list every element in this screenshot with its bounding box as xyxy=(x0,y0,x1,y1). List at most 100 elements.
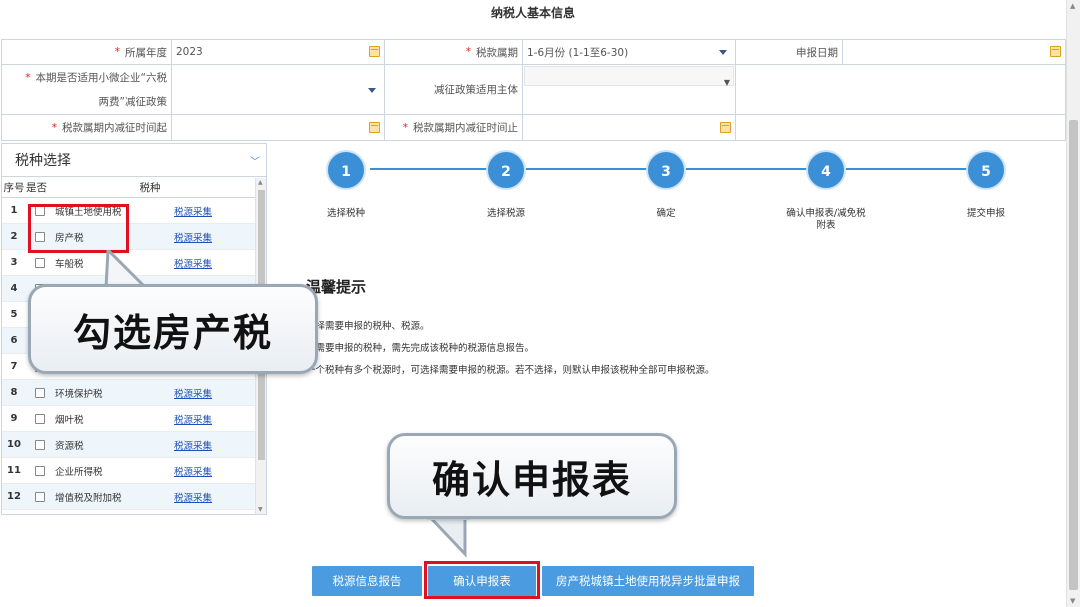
row-checkbox-cell[interactable] xyxy=(26,413,54,424)
table-row[interactable]: 9 烟叶税 税源采集 xyxy=(2,406,266,432)
table-row[interactable]: 8 环境保护税 税源采集 xyxy=(2,380,266,406)
start-date-field[interactable] xyxy=(172,115,385,140)
subject-select[interactable]: ▼ xyxy=(523,65,736,114)
policy-select[interactable] xyxy=(172,65,385,114)
taxpayer-info-form: *所属年度 2023 *税款属期 1-6月份 (1-1至6-30) 申报日期 xyxy=(1,39,1066,141)
source-collect-link[interactable]: 税源采集 xyxy=(174,230,254,244)
row-checkbox[interactable] xyxy=(35,413,45,424)
empty-cell xyxy=(736,115,1065,140)
subject-select-box[interactable] xyxy=(524,66,734,86)
source-collect-link[interactable]: 税源采集 xyxy=(174,204,254,218)
year-field[interactable]: 2023 xyxy=(172,40,385,64)
step-label: 提交申报 xyxy=(966,208,1005,219)
scroll-down-icon[interactable]: ▼ xyxy=(1070,597,1075,605)
calendar-icon[interactable] xyxy=(720,121,731,133)
header-name: 税种 xyxy=(139,181,161,194)
chevron-down-icon[interactable] xyxy=(719,50,727,55)
tax-panel-title: 税种选择 xyxy=(15,153,71,169)
row-checkbox[interactable] xyxy=(35,257,45,268)
row-seq: 5 xyxy=(10,309,18,320)
step-4: 4 确认申报表/减免税附表 xyxy=(766,150,886,232)
row-seq: 12 xyxy=(7,491,21,502)
source-collect-link[interactable]: 税源采集 xyxy=(174,386,254,400)
row-tax-name: 资源税 xyxy=(55,440,84,452)
step-circle: 2 xyxy=(486,150,526,190)
scroll-up-icon[interactable]: ▲ xyxy=(1070,2,1075,10)
header-seq: 序号 xyxy=(3,181,25,194)
source-collect-link[interactable]: 税源采集 xyxy=(174,256,254,270)
table-row[interactable]: 11 企业所得税 税源采集 xyxy=(2,458,266,484)
step-label: 选择税种 xyxy=(326,208,365,219)
callout-tail xyxy=(425,514,471,558)
scroll-down-icon[interactable]: ▼ xyxy=(258,506,263,513)
step-circle: 1 xyxy=(326,150,366,190)
row-checkbox[interactable] xyxy=(35,465,45,476)
row-seq: 10 xyxy=(7,439,21,450)
policy-label: * 本期是否适用小微企业“六税 两费”减征政策 xyxy=(2,65,172,114)
batch-declare-button[interactable]: 房产税城镇土地使用税异步批量申报 xyxy=(542,566,754,596)
row-seq: 6 xyxy=(10,335,18,346)
step-circle: 3 xyxy=(646,150,686,190)
calendar-icon[interactable] xyxy=(369,121,380,133)
row-seq: 4 xyxy=(10,283,18,294)
tip-line: 择需要申报的税种，需先完成该税种的税源信息报告。 xyxy=(306,343,535,354)
tax-table-header: 序号 是否 税种 xyxy=(2,177,266,198)
highlight-box xyxy=(424,561,540,599)
step-1: 1 选择税种 xyxy=(286,150,406,220)
row-checkbox-cell[interactable] xyxy=(26,439,54,450)
row-seq: 2 xyxy=(10,231,18,242)
declare-date-field[interactable] xyxy=(843,40,1065,64)
chevron-down-icon[interactable]: ▼ xyxy=(724,78,730,87)
period-select[interactable]: 1-6月份 (1-1至6-30) xyxy=(523,40,736,64)
table-row[interactable]: 10 资源税 税源采集 xyxy=(2,432,266,458)
step-label: 选择税源 xyxy=(486,208,525,219)
source-collect-link[interactable]: 税源采集 xyxy=(174,464,254,478)
subject-label: 减征政策适用主体 xyxy=(385,65,523,114)
row-seq: 7 xyxy=(10,361,18,372)
header-check: 是否 xyxy=(26,181,47,194)
row-checkbox-cell[interactable] xyxy=(26,257,54,268)
row-tax-name: 烟叶税 xyxy=(55,414,84,426)
row-checkbox[interactable] xyxy=(35,491,45,502)
tip-line: 一个税种有多个税源时，可选择需要申报的税源。若不选择，则默认申报该税种全部可申报… xyxy=(306,365,715,376)
row-checkbox[interactable] xyxy=(35,387,45,398)
period-label: * 税款属期 xyxy=(385,40,523,64)
scroll-up-icon[interactable]: ▲ xyxy=(258,179,263,186)
step-circle: 4 xyxy=(806,150,846,190)
row-seq: 3 xyxy=(10,257,18,268)
row-checkbox-cell[interactable] xyxy=(26,465,54,476)
chevron-down-icon[interactable] xyxy=(368,87,376,93)
row-checkbox[interactable] xyxy=(35,439,45,450)
page: 纳税人基本信息 ▲ ▼ * 所属年度 2023 * 税款属期 1-6月份 (1-1至… xyxy=(0,0,1080,607)
table-row[interactable]: 12 增值税及附加税 税源采集 xyxy=(2,484,266,510)
step-label: 确认申报表/减免税附表 xyxy=(786,208,866,231)
step-3: 3 确定 xyxy=(606,150,726,220)
end-date-field[interactable] xyxy=(523,115,736,140)
source-collect-link[interactable]: 税源采集 xyxy=(174,412,254,426)
highlight-box xyxy=(28,204,129,253)
start-label: * 税款属期内减征时间起 xyxy=(2,115,172,140)
progress-steps: 1 选择税种 2 选择税源 3 确定 4 确认申报表/减免税附表 5 提交申报 xyxy=(290,150,1050,232)
step-5: 5 提交申报 xyxy=(926,150,1046,220)
row-seq: 9 xyxy=(10,413,18,424)
source-report-button[interactable]: 税源信息报告 xyxy=(312,566,422,596)
row-tax-name: 企业所得税 xyxy=(55,466,103,478)
source-collect-link[interactable]: 税源采集 xyxy=(174,438,254,452)
end-label: * 税款属期内减征时间止 xyxy=(385,115,523,140)
scrollbar-thumb[interactable] xyxy=(1069,120,1078,590)
chevron-down-icon[interactable]: ﹀ xyxy=(250,153,260,168)
row-seq: 11 xyxy=(7,465,21,476)
row-checkbox-cell[interactable] xyxy=(26,387,54,398)
row-tax-name: 环境保护税 xyxy=(55,388,103,400)
source-collect-link[interactable]: 税源采集 xyxy=(174,490,254,504)
empty-cell xyxy=(736,65,1065,114)
tax-panel-header[interactable]: 税种选择 ﹀ xyxy=(2,144,266,177)
callout-check-house-tax: 勾选房产税 xyxy=(28,284,318,374)
calendar-icon[interactable] xyxy=(1050,46,1061,57)
year-label: * 所属年度 xyxy=(2,40,172,64)
calendar-icon[interactable] xyxy=(369,46,380,57)
row-checkbox-cell[interactable] xyxy=(26,491,54,502)
page-title: 纳税人基本信息 xyxy=(490,6,575,20)
row-seq: 1 xyxy=(10,205,18,216)
page-scrollbar[interactable]: ▲ ▼ xyxy=(1066,0,1080,607)
